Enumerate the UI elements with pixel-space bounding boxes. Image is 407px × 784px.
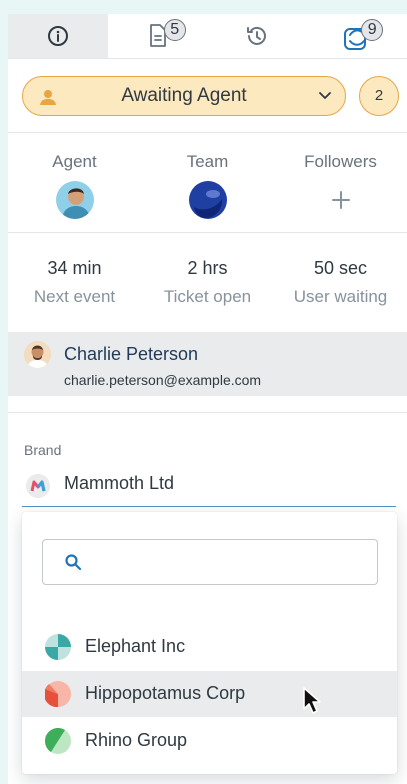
brand-option-hippopotamus[interactable]: Hippopotamus Corp — [22, 671, 397, 717]
divider — [8, 232, 407, 233]
documents-badge: 5 — [163, 19, 186, 41]
requester-name[interactable]: Charlie Peterson — [64, 344, 198, 365]
tab-bar: 5 9 — [8, 14, 407, 59]
chevron-down-icon — [319, 92, 331, 99]
tab-apps[interactable]: 9 — [307, 14, 407, 58]
stat-ticket-open: 2 hrs Ticket open — [141, 258, 274, 307]
stat-next-event: 34 min Next event — [8, 258, 141, 307]
stat-user-waiting: 50 sec User waiting — [274, 258, 407, 307]
ticket-stats: 34 min Next event 2 hrs Ticket open 50 s… — [8, 258, 407, 307]
elephant-logo-icon — [45, 634, 71, 660]
stat-value: 50 sec — [313, 258, 368, 278]
team-label: Team — [186, 152, 229, 171]
agent-avatar[interactable] — [55, 181, 94, 219]
stat-caption: User waiting — [293, 287, 388, 306]
tab-ticket-info[interactable] — [8, 14, 108, 58]
search-icon — [65, 554, 82, 571]
info-icon — [47, 26, 68, 46]
divider — [8, 132, 407, 133]
brand-search-box[interactable] — [42, 539, 378, 585]
brand-label: Brand — [24, 442, 62, 458]
rhino-logo-icon — [45, 728, 71, 754]
stat-value: 34 min — [47, 258, 102, 278]
status-label: Awaiting Agent — [121, 85, 247, 106]
stat-caption: Ticket open — [163, 287, 252, 306]
brand-dropdown-menu: Elephant Inc Hippopotamus Corp Rhino Gro… — [22, 512, 397, 774]
history-icon — [247, 26, 267, 45]
mouse-pointer-icon — [303, 687, 321, 714]
hippopotamus-logo-icon — [45, 681, 71, 707]
team-logo-icon[interactable] — [188, 181, 227, 219]
status-count-badge[interactable]: 2 — [359, 76, 399, 116]
status-row: Awaiting Agent 2 — [22, 76, 407, 118]
agent-label: Agent — [52, 152, 97, 171]
brand-select[interactable]: Mammoth Ltd — [22, 466, 396, 507]
tab-documents[interactable]: 5 — [108, 14, 208, 58]
team-column: Team — [141, 152, 274, 224]
followers-label: Followers — [304, 152, 377, 171]
option-label: Elephant Inc — [85, 636, 186, 656]
agent-column: Agent — [8, 152, 141, 224]
divider — [8, 412, 407, 413]
option-label: Hippopotamus Corp — [85, 683, 246, 703]
requester-avatar — [24, 341, 51, 368]
assignee-section: Agent Team Followers — [8, 152, 407, 224]
ticket-side-panel: 5 9 Awaiting Agent 2 Agent Team Follower… — [8, 14, 407, 784]
tab-history[interactable] — [208, 14, 308, 58]
brand-option-elephant[interactable]: Elephant Inc — [22, 624, 397, 670]
brand-option-rhino[interactable]: Rhino Group — [22, 718, 397, 764]
requester-email: charlie.peterson@example.com — [64, 372, 262, 388]
status-dropdown[interactable]: Awaiting Agent — [22, 76, 346, 116]
stat-value: 2 hrs — [187, 258, 228, 278]
stat-caption: Next event — [33, 287, 116, 306]
option-label: Rhino Group — [85, 730, 188, 750]
followers-column: Followers — [274, 152, 407, 224]
brand-value: Mammoth Ltd — [64, 473, 175, 493]
requester-card[interactable]: Charlie Peterson charlie.peterson@exampl… — [8, 332, 407, 396]
apps-badge: 9 — [361, 19, 384, 41]
mammoth-logo-icon — [26, 474, 50, 498]
add-follower-icon[interactable] — [322, 181, 360, 219]
brand-search-input[interactable] — [91, 548, 365, 578]
